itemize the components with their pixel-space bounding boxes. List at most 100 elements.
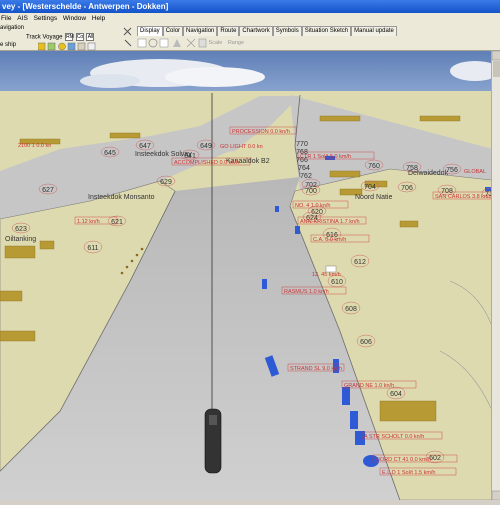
tool-1-icon[interactable] [137,38,147,48]
svg-text:SAN CARLOS 3.8 kn/h: SAN CARLOS 3.8 kn/h [435,194,492,200]
tab-symbols[interactable]: Symbols [272,26,302,36]
vertical-scrollbar[interactable] [491,50,500,501]
svg-text:NO. 4 1.0 kn/h: NO. 4 1.0 kn/h [295,203,330,209]
svg-text:760: 760 [368,163,380,170]
svg-text:GLOBAL: GLOBAL [464,169,486,175]
tab-color[interactable]: Color [162,26,184,36]
tool-4-icon[interactable] [173,39,181,47]
svg-text:610: 610 [331,279,343,286]
vessel-label: PROCESSION 0.0 kn/h [229,126,297,135]
buoy-marker: 764 [298,165,310,172]
buoy-marker: 770 [296,141,308,148]
svg-text:645: 645 [104,150,116,157]
svg-text:629: 629 [160,179,172,186]
svg-text:649: 649 [200,143,212,150]
toggle-rm-button[interactable]: RM [65,33,74,41]
svg-text:606: 606 [360,339,372,346]
ship-marker[interactable] [295,226,300,234]
view-icon[interactable] [87,42,96,51]
svg-text:611: 611 [87,245,98,252]
vessel-label: GO LIGHT 0.0 kn [220,144,263,150]
svg-text:C.A. 0.0 km/h: C.A. 0.0 km/h [313,237,346,243]
svg-text:E.L.D 1 Sol/t 1.5 km/h: E.L.D 1 Sol/t 1.5 km/h [382,470,436,476]
tab-display[interactable]: Display [137,26,163,36]
vessel-label: ANN-KRISTINA 1.7 kn/h [297,216,367,225]
pointer-tool-icon[interactable] [122,26,134,48]
track-voyage-label[interactable]: Track Voyage [26,35,62,41]
tab-navigation[interactable]: Navigation [183,26,218,36]
range-control[interactable]: Range [228,40,244,46]
scroll-thumb[interactable] [493,61,500,77]
tab-manual-update[interactable]: Manual update [351,26,397,36]
svg-text:GO LIGHT 0.0 kn: GO LIGHT 0.0 kn [220,144,263,150]
tool-5-icon[interactable] [186,38,196,48]
vessel-label: STRAND SL 9.0 kn/h [287,363,345,372]
toolbar-ship-label: e ship [0,42,17,48]
tab-situation-sketch[interactable]: Situation Sketch [301,26,352,36]
sun-icon[interactable] [58,42,66,51]
tab-chartwork[interactable]: Chartwork [239,26,273,36]
svg-text:770: 770 [296,141,308,148]
tool-6-icon[interactable] [198,38,207,48]
vessel-label: SAN CARLOS 3.8 kn/h [432,191,500,200]
tool-2-icon[interactable] [148,38,158,48]
svg-text:CTR 1 Sol/t 5.0 km/h: CTR 1 Sol/t 5.0 km/h [300,154,351,160]
svg-text:STRAND SL 9.0 kn/h: STRAND SL 9.0 kn/h [290,366,342,372]
grid-icon[interactable] [77,42,86,51]
scroll-up-icon[interactable] [491,50,500,61]
svg-text:RASMUS 1.0 kn/h: RASMUS 1.0 kn/h [284,289,329,295]
ship-marker[interactable] [342,387,350,405]
water-icon[interactable] [67,42,76,51]
menu-file[interactable]: File [1,15,11,22]
toolbar-navigation-label: avigation [0,25,25,31]
ship-marker[interactable] [350,411,358,429]
svg-text:1.12 kn/h: 1.12 kn/h [77,219,100,225]
svg-text:A STR SCHOLT 0.0 kn/h: A STR SCHOLT 0.0 kn/h [364,434,424,440]
tool-icons [137,38,207,48]
scale-control[interactable]: Scale [209,40,223,46]
place-noord-natie: Noord Natie [355,194,392,201]
toolbar-icons [38,42,96,51]
svg-text:FIORD CT 41 0.0 km/h: FIORD CT 41 0.0 km/h [375,457,431,463]
sign-marker [325,265,337,273]
vessel-label: 12. 45 km/h [312,272,341,278]
svg-text:608: 608 [345,306,357,313]
svg-text:764: 764 [298,165,310,172]
svg-text:627: 627 [42,187,54,194]
svg-text:700: 700 [305,188,317,195]
scrollbar-graphics [491,50,500,501]
cloud [80,74,140,88]
place-oiltanking: Oiltanking [5,236,36,243]
svg-text:PROCESSION 0.0 kn/h: PROCESSION 0.0 kn/h [232,129,290,135]
menu-ais[interactable]: AIS [17,15,27,22]
menu-help[interactable]: Help [92,15,105,22]
svg-text:2100 1 0.0 kn: 2100 1 0.0 kn [18,143,51,149]
window-title-bar: vey - [Westerschelde - Antwerpen - Dokke… [0,0,500,13]
svg-text:ANN-KRISTINA 1.7 kn/h: ANN-KRISTINA 1.7 kn/h [300,219,360,225]
chart-3d-view[interactable]: Insteekdok Solvay Kanaaldok B2 Insteekdo… [0,51,500,500]
tool-3-icon[interactable] [159,38,169,48]
toggle-co-button[interactable]: Co [75,33,84,41]
cloud [165,67,265,87]
menu-settings[interactable]: Settings [34,15,58,22]
menu-window[interactable]: Window [63,15,86,22]
svg-text:612: 612 [354,259,366,266]
vessel-label: ACCOMPLISHED 0.0 kn/h [171,157,251,166]
vessel-label: 2100 1 0.0 kn [18,143,51,149]
svg-text:647: 647 [139,143,151,150]
window-title: vey - [Westerschelde - Antwerpen - Dokke… [2,2,169,11]
ship-marker[interactable] [262,279,267,289]
chart-canvas[interactable]: Insteekdok Solvay Kanaaldok B2 Insteekdo… [0,51,500,500]
svg-text:704: 704 [364,184,376,191]
tab-route[interactable]: Route [217,26,240,36]
svg-text:623: 623 [15,226,27,233]
zoom-icon[interactable] [38,42,46,51]
svg-text:12. 45 km/h: 12. 45 km/h [312,272,341,278]
menu-bar: File AIS Settings Window Help [0,13,500,24]
scroll-down-icon[interactable] [491,490,500,501]
toggle-all-button[interactable]: All [86,33,95,41]
layer-icon[interactable] [47,42,56,51]
toolbar-left-panel: avigation Track Voyage RM Co All e ship [0,24,120,51]
ship-marker[interactable] [275,206,279,212]
vessel-label: GLOBAL [464,169,486,175]
